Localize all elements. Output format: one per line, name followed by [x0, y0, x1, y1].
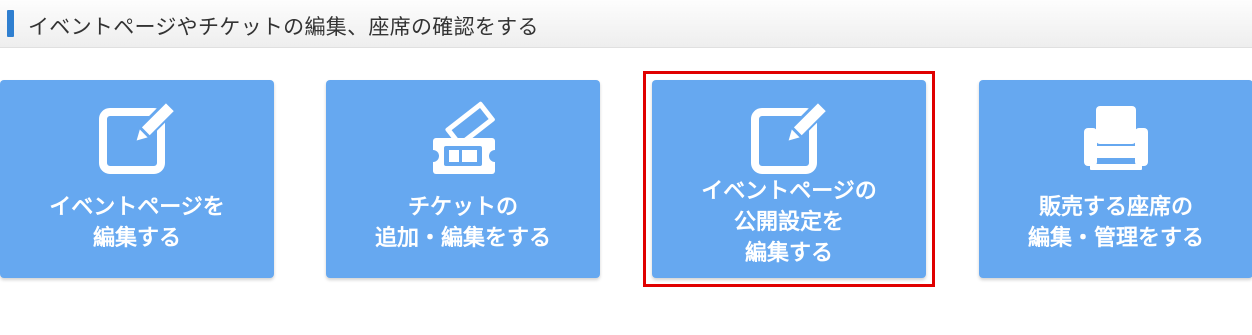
tile-label: イベントページを 編集する [49, 195, 225, 251]
seat-icon [1084, 106, 1148, 170]
header-accent-bar [7, 10, 14, 37]
tile-label: チケットの 追加・編集をする [374, 195, 551, 251]
edit-event-page-button[interactable]: イベントページを 編集する [0, 80, 274, 278]
edit-publish-settings-button[interactable]: イベントページの 公開設定を 編集する [652, 80, 926, 278]
ticket-icon [427, 101, 501, 174]
edit-pencil-icon [751, 99, 829, 174]
tile-label: イベントページの 公開設定を 編集する [701, 179, 877, 266]
section-header: イベントページやチケットの編集、座席の確認をする [0, 0, 1252, 48]
tile-label: 販売する座席の 編集・管理をする [1027, 195, 1204, 251]
manage-seats-button[interactable]: 販売する座席の 編集・管理をする [979, 80, 1252, 278]
section-title: イベントページやチケットの編集、座席の確認をする [28, 15, 539, 39]
add-edit-ticket-button[interactable]: チケットの 追加・編集をする [326, 80, 600, 278]
edit-pencil-icon [99, 99, 177, 174]
